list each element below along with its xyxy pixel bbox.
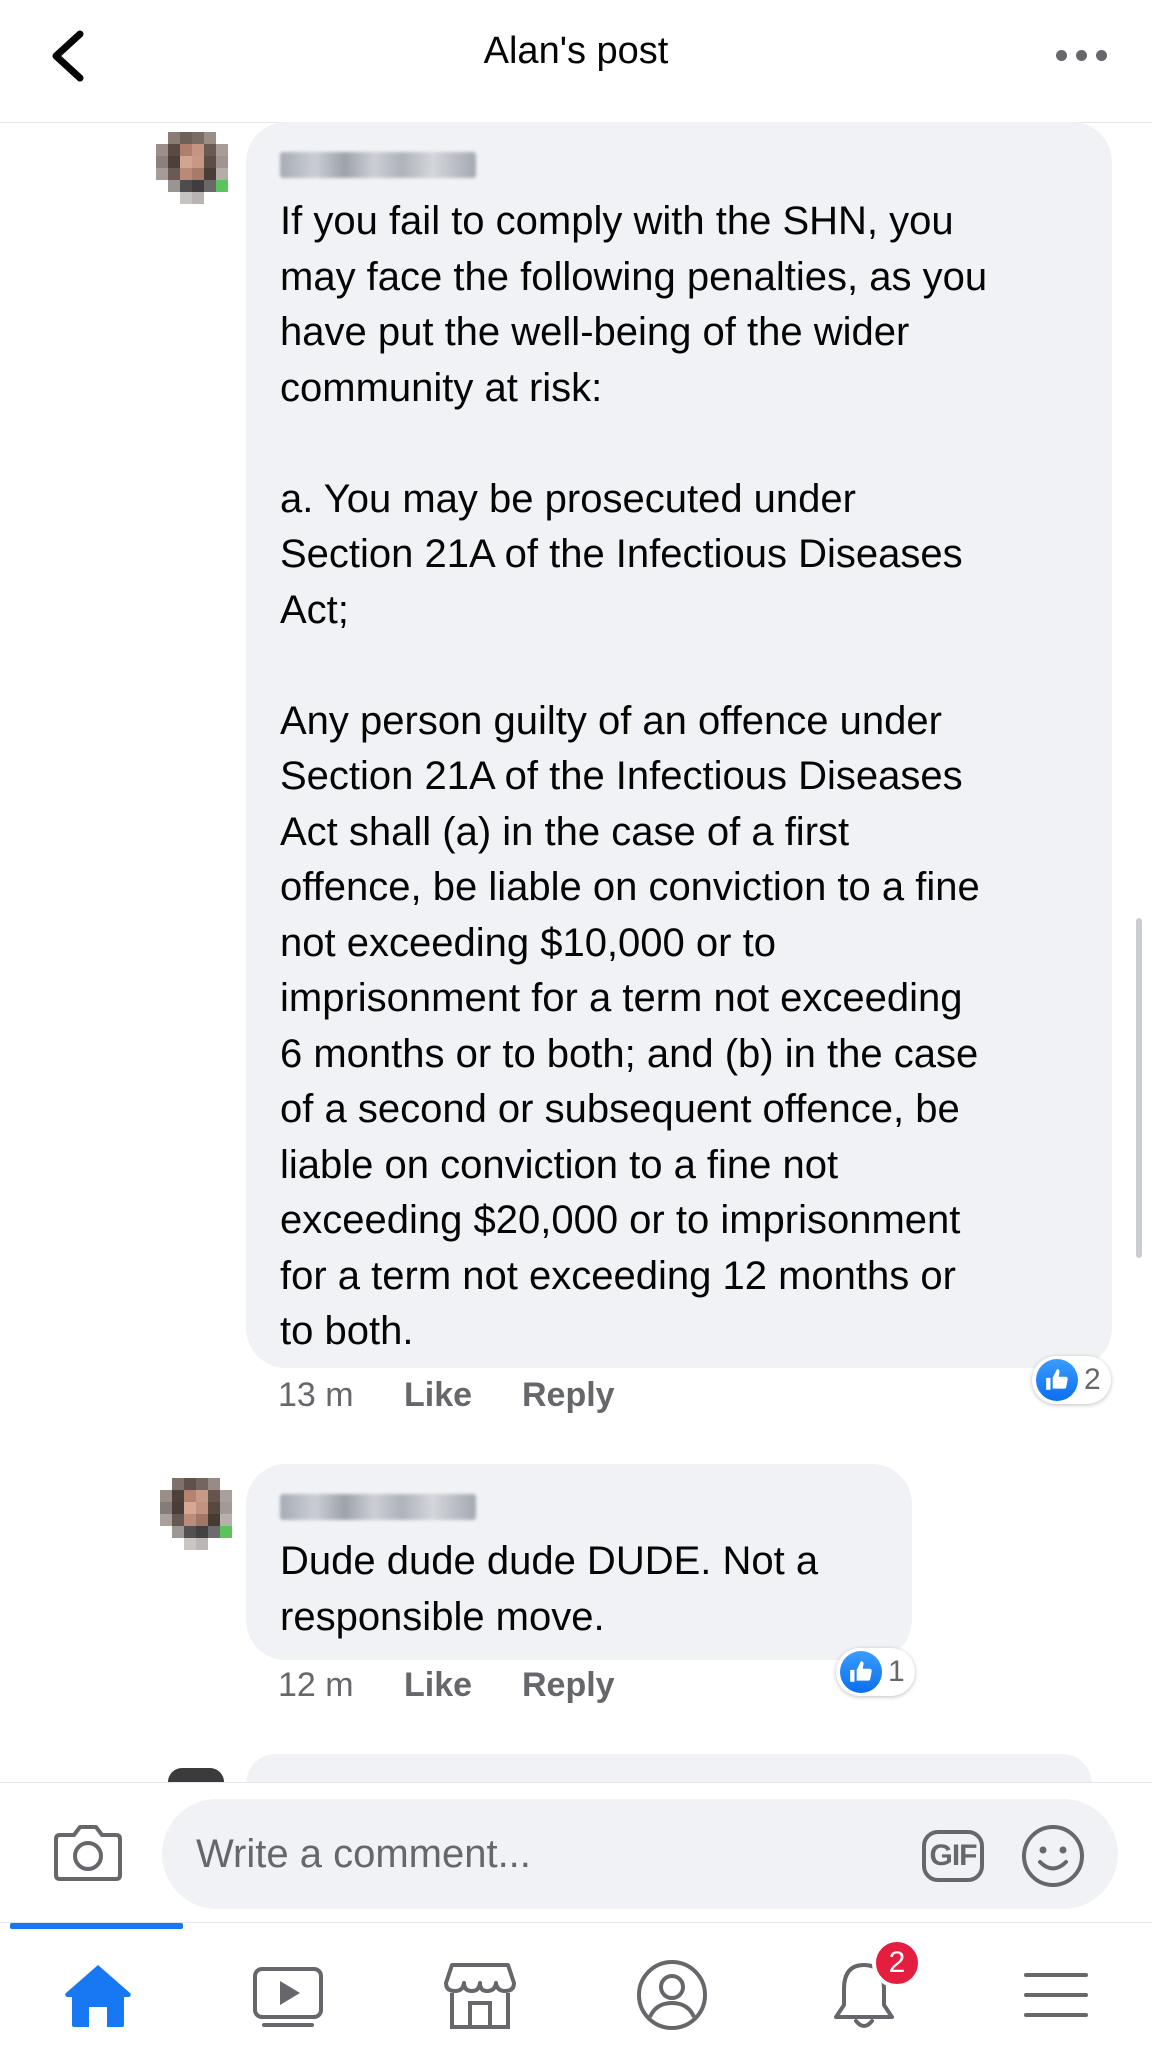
commenter-avatar[interactable] xyxy=(156,132,230,206)
reaction-count: 2 xyxy=(1084,1363,1101,1396)
profile-icon xyxy=(637,1960,707,2030)
page-title: Alan's post xyxy=(483,30,669,72)
more-dots-icon xyxy=(1056,50,1067,61)
video-icon xyxy=(253,1967,323,2027)
comment-bubble[interactable]: Dude dude dude DUDE. Not a responsible m… xyxy=(246,1464,912,1660)
reaction-summary[interactable]: 1 xyxy=(836,1648,915,1696)
comment-composer: GIF xyxy=(0,1782,1152,1923)
like-link[interactable]: Like xyxy=(404,1666,472,1705)
reply-link[interactable]: Reply xyxy=(522,1666,615,1705)
top-bar: Alan's post xyxy=(0,0,1152,123)
gif-button[interactable]: GIF xyxy=(922,1830,984,1882)
camera-button[interactable] xyxy=(52,1819,124,1883)
tab-menu[interactable] xyxy=(1018,1957,1094,2033)
tab-marketplace[interactable] xyxy=(442,1957,518,2033)
camera-icon xyxy=(54,1825,122,1881)
next-comment-bubble[interactable] xyxy=(246,1754,1092,1784)
smiley-icon xyxy=(1022,1825,1084,1887)
bottom-navigation xyxy=(0,1922,1152,2049)
comment-timestamp: 12 m xyxy=(278,1666,354,1704)
commenter-name-blurred xyxy=(280,152,476,178)
thumbs-up-icon xyxy=(1036,1359,1078,1401)
thumbs-up-icon xyxy=(840,1651,882,1693)
tab-profile[interactable] xyxy=(634,1957,710,2033)
like-link[interactable]: Like xyxy=(404,1376,472,1415)
commenter-avatar[interactable] xyxy=(160,1478,234,1552)
commenter-name-blurred xyxy=(280,1494,476,1520)
comment-text: If you fail to comply with the SHN, you … xyxy=(280,199,988,1353)
comment-actions: 12 m Like Reply xyxy=(278,1666,778,1712)
home-icon xyxy=(65,1965,131,2027)
marketplace-icon xyxy=(444,1963,516,2029)
comment-text: Dude dude dude DUDE. Not a responsible m… xyxy=(280,1539,819,1639)
notifications-badge: 2 xyxy=(872,1938,922,1988)
more-dot xyxy=(1096,50,1107,61)
comment-timestamp: 13 m xyxy=(278,1376,354,1414)
active-tab-indicator xyxy=(10,1923,183,1929)
menu-icon xyxy=(1024,1973,1088,2017)
scrollbar[interactable] xyxy=(1136,918,1142,1258)
comment-bubble[interactable]: If you fail to comply with the SHN, you … xyxy=(246,122,1112,1368)
more-dot xyxy=(1076,50,1087,61)
comment-actions: 13 m Like Reply xyxy=(278,1376,778,1422)
emoji-button[interactable] xyxy=(1020,1823,1086,1889)
next-commenter-avatar[interactable] xyxy=(168,1768,224,1782)
tab-home[interactable] xyxy=(60,1957,136,2033)
tab-video[interactable] xyxy=(250,1957,326,2033)
reaction-summary[interactable]: 2 xyxy=(1032,1356,1111,1404)
more-options-button[interactable] xyxy=(1052,40,1112,70)
reaction-count: 1 xyxy=(888,1655,905,1688)
reply-link[interactable]: Reply xyxy=(522,1376,615,1415)
